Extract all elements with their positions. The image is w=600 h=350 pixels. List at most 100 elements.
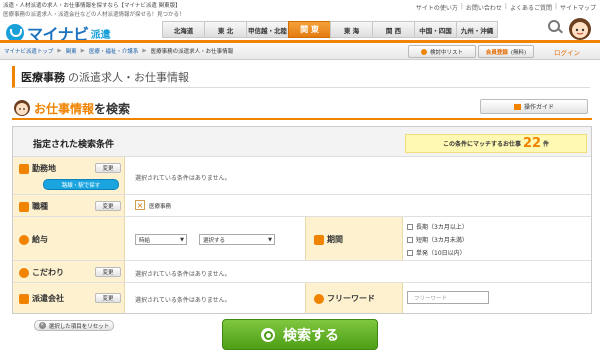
location-label-text: 勤務地 [32,164,56,173]
occupation-change-button[interactable]: 変更 [95,201,121,211]
calendar-icon [314,234,324,245]
row-location-label-cell: 勤務地 変更 路線・駅で探す [13,157,125,194]
register-label: 会員登録 [485,49,508,56]
mascot-small-icon [14,100,30,116]
location-change-button[interactable]: 変更 [95,163,121,173]
period-single-label: 単発（10日以内） [416,250,466,257]
region-tab-kansai[interactable]: 関 西 [372,21,414,38]
match-count-box: この条件にマッチするお仕事 22 件 [405,134,587,153]
row-kodawari: こだわり 変更 選択されている条件はありません。 [13,261,591,283]
freeword-placeholder: フリーワード [414,295,448,302]
period-option-short[interactable]: 短期（3カ月未満） [407,235,468,244]
agency-label-text: 派遣会社 [32,294,64,303]
period-short-checkbox[interactable] [407,236,413,243]
region-tab-kanto[interactable]: 関 東 [288,21,330,38]
operation-guide-label: 操作ガイド [523,104,554,111]
period-option-single[interactable]: 単発（10日以内） [407,248,466,257]
magnifier-icon [261,327,275,342]
site-description-line2: 医療事務の派遣求人・派遣会社などの人材派遣情報が探せる！見つかる！ [3,12,185,18]
utility-links: サイトの使い方 | お問い合わせ | よくあるご質問 | サイトマップ [415,3,596,12]
breadcrumb-current: 医療事務の派遣求人・お仕事情報 [150,49,234,55]
pin-location-icon [314,293,324,304]
region-tab-kyushu-okinawa[interactable]: 九州・沖縄 [456,21,498,38]
period-option-long[interactable]: 長期（3カ月以上） [407,222,468,231]
breadcrumb-bar: マイナビ派遣トップ ▶ 関東 ▶ 医療・福祉・介護系 ▶ 医療事務の派遣求人・お仕事情… [0,43,600,60]
site-description: 派遣・人材派遣の求人・お仕事情報を探すなら【マイナビ派遣 関東版】 医療事務の派… [3,2,303,20]
row-salary-period: 給与 時給 選択する 期間 長期（3カ月以上） 短期（3カ月未満） 単発（10日… [13,217,591,261]
reset-button[interactable]: × 選択した項目をリセット [34,320,114,331]
occupation-label-text: 職種 [32,202,48,211]
match-text: この条件にマッチするお仕事 [442,141,521,148]
salary-type-select[interactable]: 時給 [135,234,187,245]
operation-guide-button[interactable]: 操作ガイド [480,99,588,114]
breadcrumb: マイナビ派遣トップ ▶ 関東 ▶ 医療・福祉・介護系 ▶ 医療事務の派遣求人・お仕事情… [4,47,234,55]
period-short-label: 短期（3カ月未満） [416,237,468,244]
breadcrumb-category[interactable]: 医療・福祉・介護系 [89,47,139,55]
page-title-rest: の派遣求人・お仕事情報 [68,70,189,84]
kodawari-value: 選択されている条件はありません。 [135,271,231,278]
kodawari-change-button[interactable]: 変更 [95,267,121,277]
star-icon [19,267,29,278]
region-tab-tohoku[interactable]: 東 北 [204,21,246,38]
logo-sub: 派遣 [90,29,111,41]
kodawari-label-text: こだわり [32,268,64,277]
row-agency-label-cell: 派遣会社 変更 [13,283,125,313]
reset-label: 選択した項目をリセット [48,323,110,330]
station-search-button[interactable]: 路線・駅で探す [43,179,119,190]
coin-icon [19,234,29,245]
region-tab-chugoku-shikoku[interactable]: 中国・四国 [414,21,456,38]
occupation-value: 医療事務 [149,204,172,210]
saved-list-button[interactable]: 検討中リスト [408,45,476,58]
register-button[interactable]: 会員登録 (無料) [478,45,534,58]
row-period-label-cell: 期間 [305,217,403,260]
salary-type-value: 時給 [139,237,151,244]
link-contact[interactable]: お問い合わせ [466,3,502,12]
login-link[interactable]: ログイン [538,45,596,58]
section-title-rest: を検索 [94,102,131,116]
period-long-checkbox[interactable] [407,223,413,230]
search-button[interactable]: 検索する [222,319,378,350]
mascot-icon [569,18,591,40]
page-title: 医療事務 の派遣求人・お仕事情報 [12,66,590,88]
salary-amount-select[interactable]: 選択する [199,234,275,245]
register-free-label: (無料) [510,49,527,56]
remove-occupation-icon[interactable]: × [135,200,145,210]
saved-list-label: 検討中リスト [429,49,463,56]
row-occupation: 職種 変更 × 医療事務 [13,195,591,217]
freeword-input[interactable]: フリーワード [407,291,489,304]
freeword-label-text: フリーワード [327,294,375,303]
agency-change-button[interactable]: 変更 [95,293,121,303]
period-long-label: 長期（3カ月以上） [416,224,468,231]
section-header: お仕事情報を検索 操作ガイド [12,98,592,120]
region-tab-tokai[interactable]: 東 海 [330,21,372,38]
period-single-checkbox[interactable] [407,249,413,256]
period-label: 期間 [314,234,343,245]
location-value: 選択されている条件はありません。 [135,175,231,182]
row-kodawari-label-cell: こだわり 変更 [13,261,125,282]
station-search-label: 路線・駅で探す [61,182,101,189]
region-tab-hokkaido[interactable]: 北海道 [162,21,204,38]
region-tab-koshinetsu-hokuriku[interactable]: 甲信越・北陸 [246,21,288,38]
match-unit: 件 [543,141,550,148]
search-icon[interactable] [548,20,560,32]
panel-title: 指定された検索条件 [33,140,115,150]
breadcrumb-kanto[interactable]: 関東 [66,47,77,55]
agency-value: 選択されている条件はありません。 [135,297,231,304]
link-how-to-use[interactable]: サイトの使い方 [416,3,458,12]
period-label-text: 期間 [327,235,343,244]
search-conditions-panel: 指定された検索条件 この条件にマッチするお仕事 22 件 勤務地 変更 路線・駅… [12,126,592,314]
row-salary-label-cell: 給与 [13,217,125,260]
section-title: お仕事情報を検索 [34,100,130,117]
row-agency-freeword: 派遣会社 変更 選択されている条件はありません。 フリーワード フリーワード [13,283,591,313]
briefcase-icon [19,201,29,212]
pin-icon [420,48,427,55]
match-count: 22 [522,136,542,151]
row-occupation-label-cell: 職種 変更 [13,195,125,216]
link-faq[interactable]: よくあるご質問 [510,3,552,12]
location-label: 勤務地 [19,163,56,174]
top-strip: 派遣・人材派遣の求人・お仕事情報を探すなら【マイナビ派遣 関東版】 医療事務の派… [0,0,600,22]
agency-label: 派遣会社 [19,293,64,304]
breadcrumb-top[interactable]: マイナビ派遣トップ [4,47,53,55]
link-sitemap[interactable]: サイトマップ [560,3,596,12]
panel-header: 指定された検索条件 この条件にマッチするお仕事 22 件 [13,127,591,157]
